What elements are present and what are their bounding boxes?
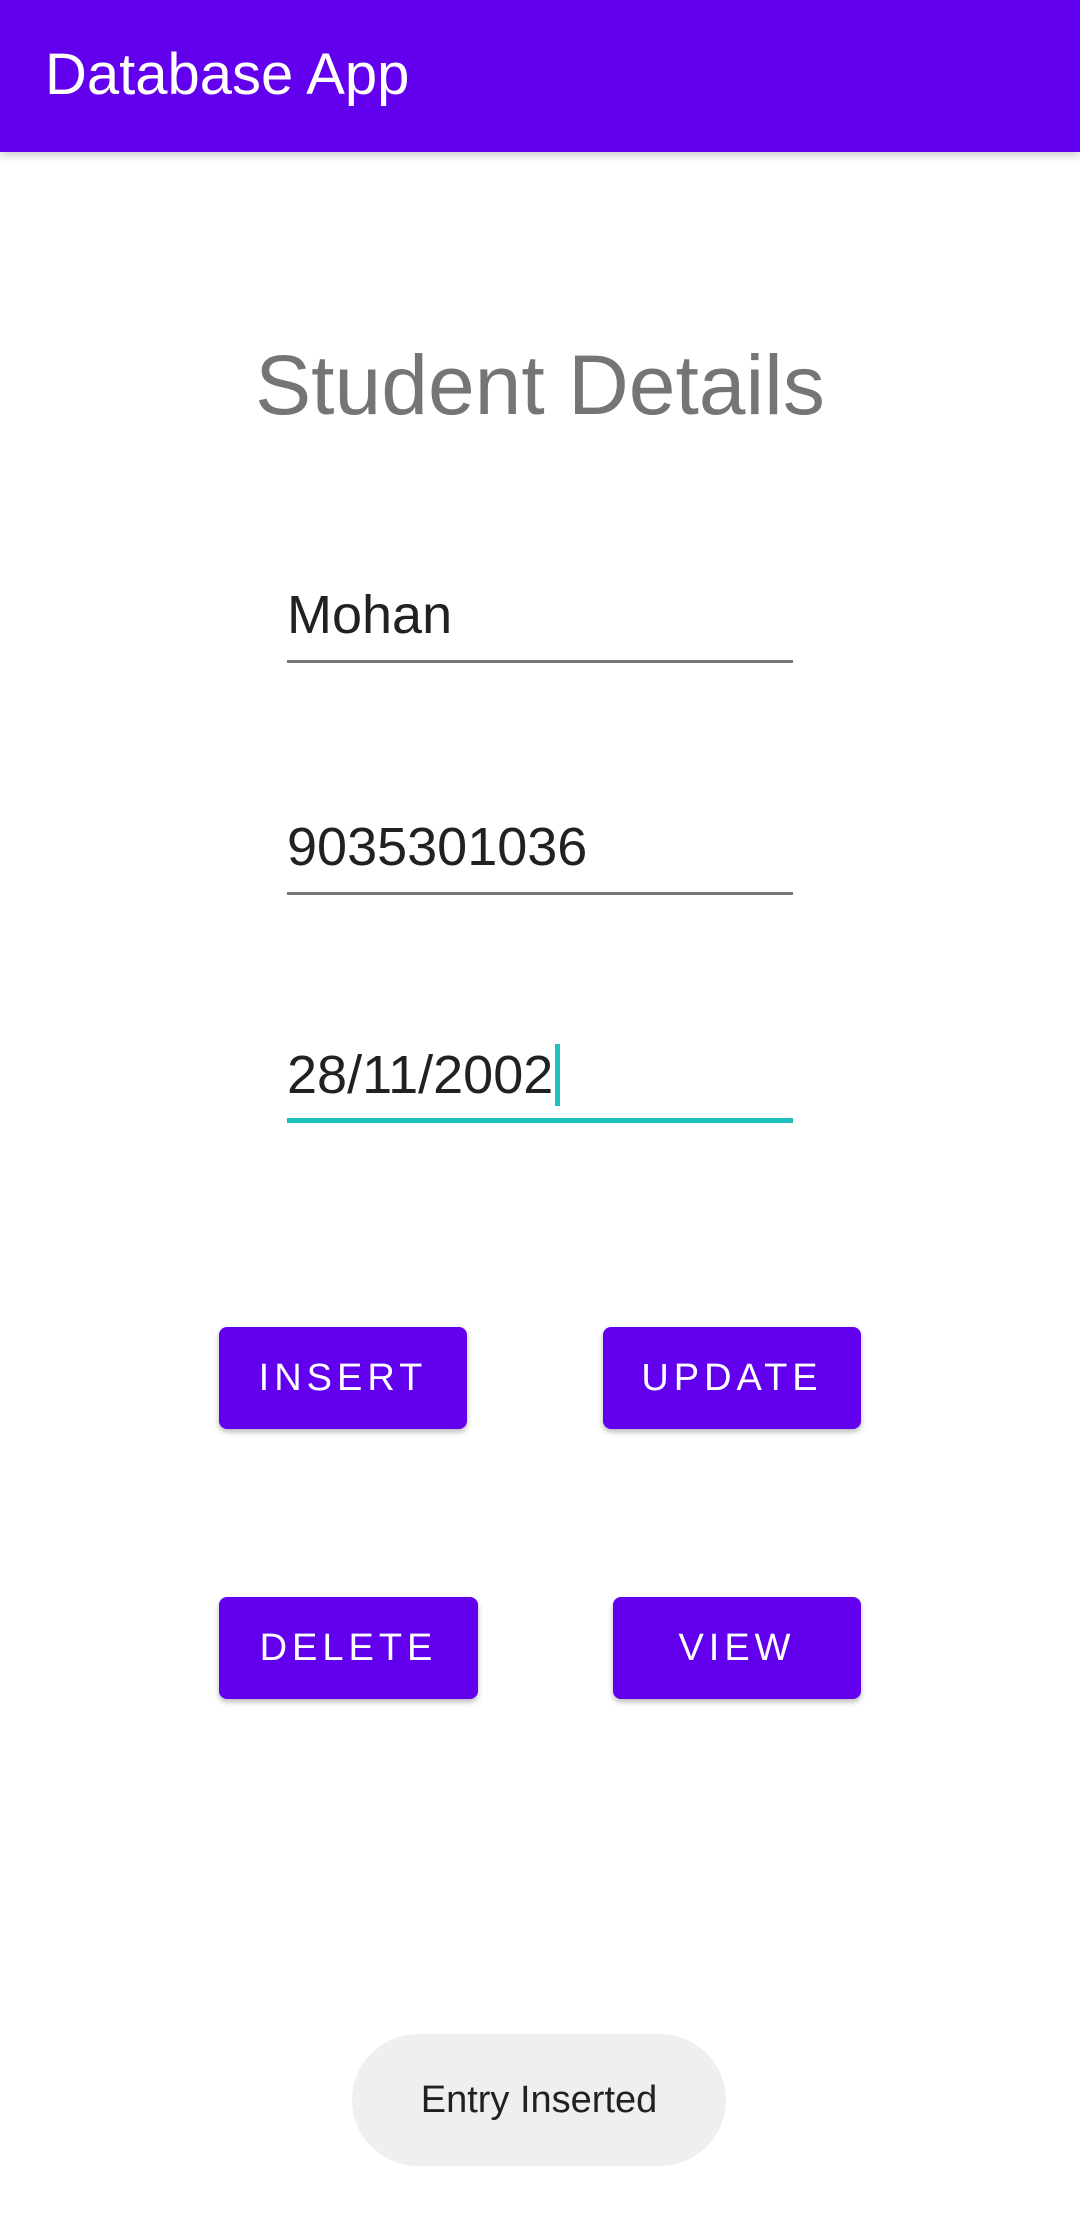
update-button[interactable]: UPDATE xyxy=(603,1327,861,1429)
name-field-text: Mohan xyxy=(287,585,453,645)
screen: Database App Student Details Mohan 90353… xyxy=(0,0,1080,2230)
app-title: Database App xyxy=(45,42,410,107)
name-field[interactable]: Mohan xyxy=(287,563,793,663)
toast-message: Entry Inserted xyxy=(352,2034,726,2166)
name-field-underline xyxy=(287,660,793,663)
dob-field-value: 28/11/2002 xyxy=(287,1043,561,1107)
phone-field[interactable]: 9035301036 xyxy=(287,795,793,895)
app-bar: Database App xyxy=(0,0,1080,152)
dob-field-underline xyxy=(287,1118,793,1123)
view-button[interactable]: VIEW xyxy=(613,1597,861,1699)
phone-field-underline xyxy=(287,892,793,895)
name-field-value: Mohan xyxy=(287,583,452,647)
phone-field-text: 9035301036 xyxy=(287,817,588,877)
text-cursor xyxy=(555,1044,561,1106)
dob-field-text: 28/11/2002 xyxy=(287,1045,554,1105)
delete-button[interactable]: DELETE xyxy=(219,1597,478,1699)
dob-field[interactable]: 28/11/2002 xyxy=(287,1023,793,1123)
page-title: Student Details xyxy=(255,338,825,432)
phone-field-value: 9035301036 xyxy=(287,815,587,879)
insert-button[interactable]: INSERT xyxy=(219,1327,467,1429)
